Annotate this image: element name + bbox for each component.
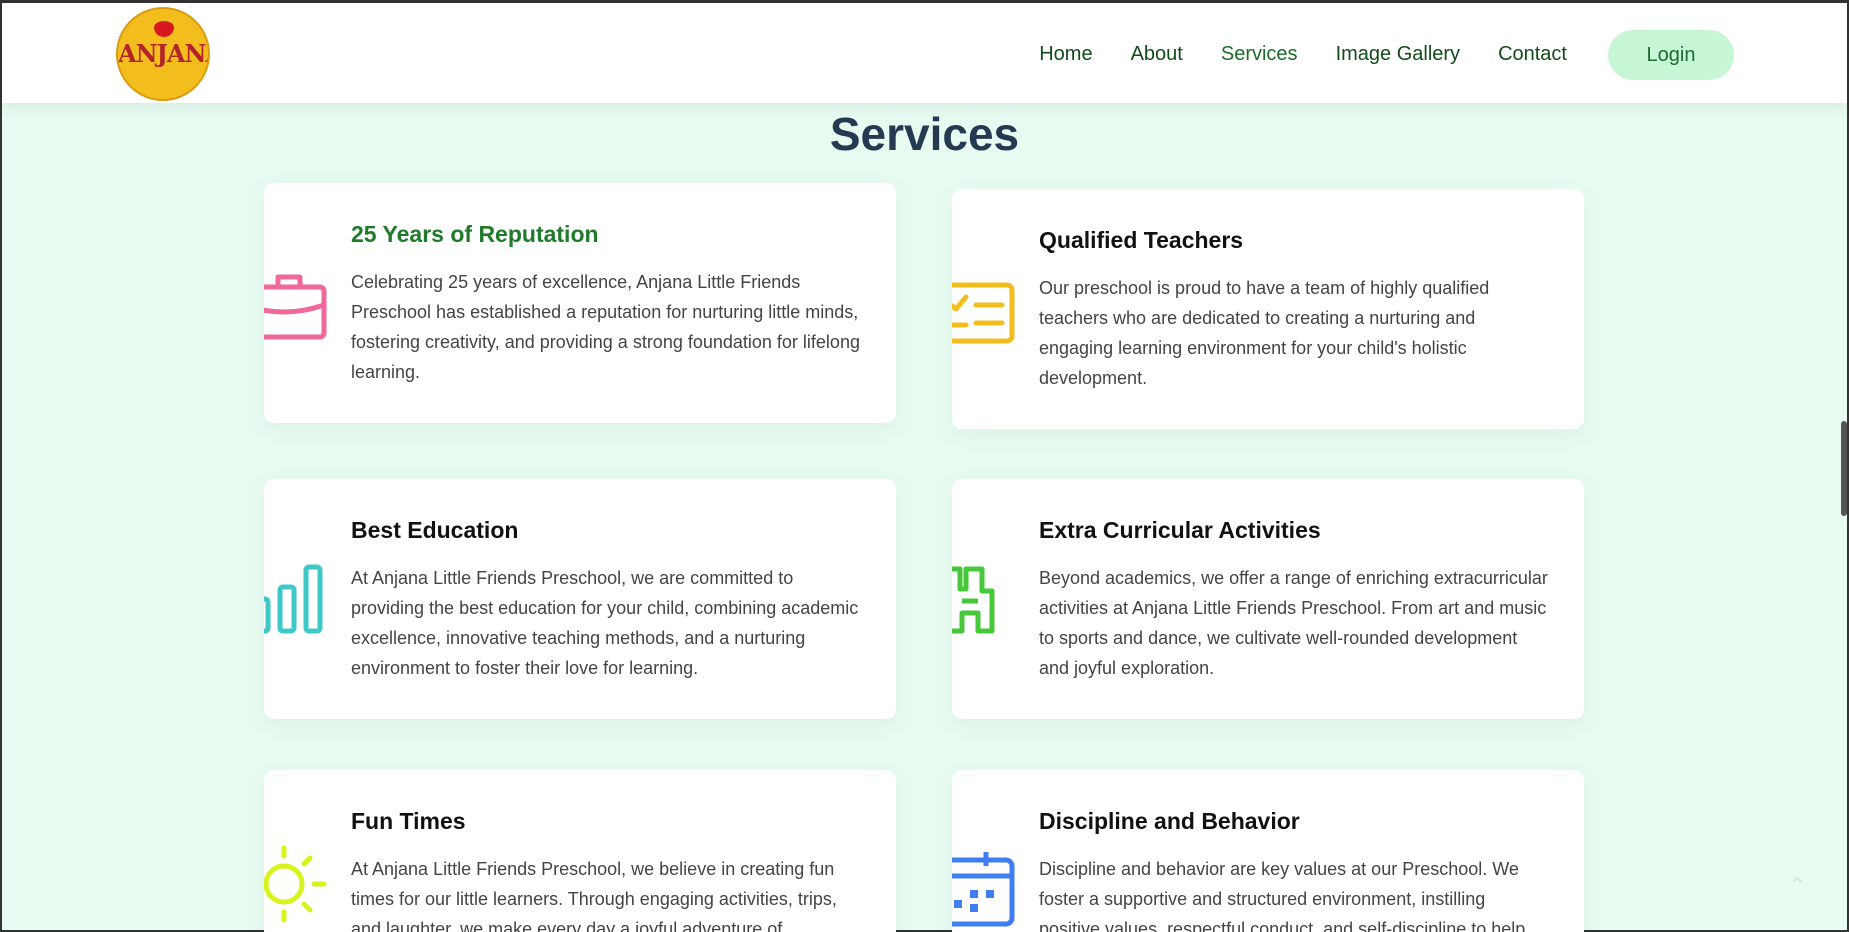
service-card-discipline: Discipline and Behavior Discipline and b… bbox=[952, 770, 1584, 932]
card-description: Discipline and behavior are key values a… bbox=[1039, 859, 1526, 932]
nav-image-gallery[interactable]: Image Gallery bbox=[1336, 43, 1461, 66]
id-card-icon bbox=[952, 282, 1015, 344]
flame-icon bbox=[154, 21, 174, 37]
briefcase-icon bbox=[264, 274, 327, 340]
login-button[interactable]: Login bbox=[1608, 30, 1734, 80]
card-title: Best Education bbox=[351, 517, 519, 543]
service-card-activities: Extra Curricular Activities Beyond acade… bbox=[952, 479, 1584, 719]
nav-services[interactable]: Services bbox=[1221, 43, 1298, 66]
section-title: Services bbox=[829, 108, 1020, 160]
service-card-teachers: Qualified Teachers Our preschool is prou… bbox=[952, 189, 1584, 429]
card-title: Discipline and Behavior bbox=[1039, 808, 1300, 834]
card-description: Our preschool is proud to have a team of… bbox=[1039, 278, 1490, 388]
card-description: At Anjana Little Friends Preschool, we a… bbox=[351, 568, 859, 678]
nav-home[interactable]: Home bbox=[1039, 43, 1092, 66]
navbar: ANJANA Home About Services Image Gallery… bbox=[2, 3, 1847, 103]
card-description: At Anjana Little Friends Preschool, we b… bbox=[351, 859, 837, 932]
nav-links: Home About Services Image Gallery Contac… bbox=[1039, 43, 1567, 66]
card-title: Qualified Teachers bbox=[1039, 227, 1244, 253]
scrollbar-thumb[interactable] bbox=[1841, 421, 1847, 516]
back-to-top-icon[interactable]: ⌃ bbox=[1788, 873, 1812, 898]
service-card-reputation: 25 Years of Reputation Celebrating 25 ye… bbox=[264, 183, 896, 423]
logo[interactable]: ANJANA bbox=[116, 7, 210, 101]
binoculars-icon bbox=[952, 566, 995, 634]
service-card-fun-times: Fun Times At Anjana Little Friends Presc… bbox=[264, 770, 896, 932]
card-title: Fun Times bbox=[351, 808, 466, 834]
card-title: Extra Curricular Activities bbox=[1039, 517, 1321, 543]
bar-chart-icon bbox=[264, 564, 323, 634]
service-card-education: Best Education At Anjana Little Friends … bbox=[264, 479, 896, 719]
card-description: Celebrating 25 years of excellence, Anja… bbox=[351, 272, 860, 382]
logo-text: ANJANA bbox=[118, 39, 208, 68]
sun-icon bbox=[264, 845, 327, 923]
card-description: Beyond academics, we offer a range of en… bbox=[1039, 568, 1548, 678]
scrollbar[interactable] bbox=[1839, 103, 1847, 932]
nav-about[interactable]: About bbox=[1131, 43, 1183, 66]
calendar-icon bbox=[952, 852, 1015, 927]
nav-contact[interactable]: Contact bbox=[1498, 43, 1567, 66]
card-title: 25 Years of Reputation bbox=[351, 221, 599, 247]
